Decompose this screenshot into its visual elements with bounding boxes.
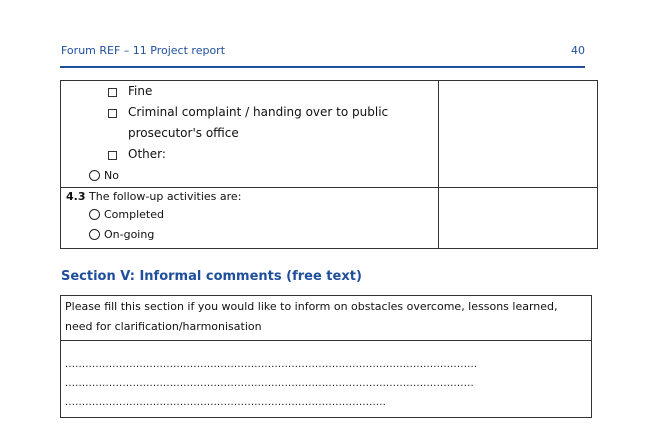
radio-circle-icon[interactable]: [89, 169, 100, 181]
dotted-line: ........................................…: [65, 378, 474, 389]
answer-cell-sanctions[interactable]: [438, 80, 598, 188]
dotted-line: ........................................…: [65, 359, 478, 370]
sanction-option-criminal-complaint[interactable]: Criminal complaint / handing over to pub…: [108, 102, 438, 144]
radio-circle-icon[interactable]: [89, 208, 100, 220]
sanction-option-other[interactable]: Other:: [108, 144, 438, 165]
sanction-cell: Fine Criminal complaint / handing over t…: [60, 80, 439, 188]
radio-circle-icon[interactable]: [89, 228, 100, 240]
q43-label: 4.3 The follow-up activities are:: [66, 190, 242, 203]
report-title: Forum REF – 11 Project report: [61, 44, 226, 57]
page-number: 40: [571, 44, 585, 57]
comments-area[interactable]: ........................................…: [60, 340, 592, 418]
radio-completed[interactable]: Completed: [61, 204, 438, 224]
radio-no[interactable]: No: [61, 165, 438, 185]
answer-cell-followup[interactable]: [438, 187, 598, 249]
checkbox-icon[interactable]: [108, 151, 117, 160]
checkbox-icon[interactable]: [108, 109, 117, 118]
q43-cell: 4.3 The follow-up activities are: Comple…: [60, 187, 439, 249]
followup-table: Fine Criminal complaint / handing over t…: [60, 80, 598, 249]
dotted-line: ........................................…: [65, 397, 386, 408]
section-title: Section V: Informal comments (free text): [61, 269, 362, 284]
checkbox-icon[interactable]: [108, 88, 117, 97]
page-header: Forum REF – 11 Project report 40: [60, 44, 585, 68]
radio-ongoing[interactable]: On-going: [61, 224, 438, 244]
instruction-cell: Please fill this section if you would li…: [60, 295, 592, 341]
instruction-text: Please fill this section if you would li…: [65, 300, 558, 333]
sanction-option-fine[interactable]: Fine: [108, 81, 438, 102]
comments-table: Please fill this section if you would li…: [60, 295, 592, 418]
